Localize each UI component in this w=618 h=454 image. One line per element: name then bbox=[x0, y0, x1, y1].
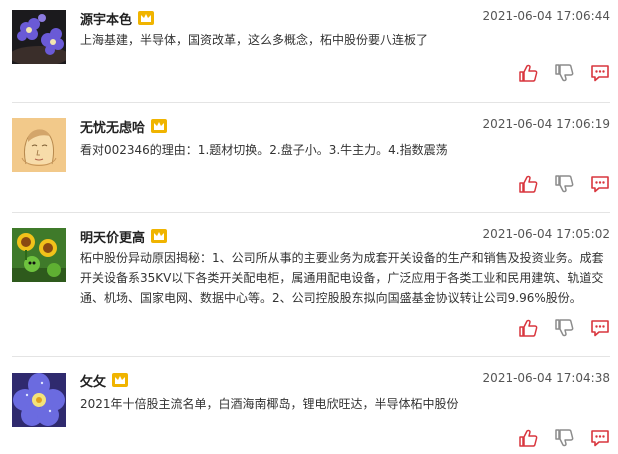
username[interactable]: 明天价更高 bbox=[80, 227, 145, 246]
post-content: 看对002346的理由：1.题材切换。2.盘子小。3.牛主力。4.指数震荡 bbox=[80, 143, 448, 157]
thumbs-down-icon[interactable] bbox=[554, 175, 574, 193]
username[interactable]: 源宇本色 bbox=[80, 9, 132, 28]
violet-flower-avatar bbox=[12, 373, 66, 427]
post-time: 2021-06-04 17:04:38 bbox=[482, 371, 610, 385]
thumbs-up-icon[interactable] bbox=[518, 429, 538, 447]
user-avatar[interactable] bbox=[12, 373, 66, 427]
post-time: 2021-06-04 17:06:19 bbox=[482, 117, 610, 131]
user-avatar[interactable] bbox=[12, 118, 66, 172]
purple-flowers-avatar bbox=[12, 10, 66, 64]
divider bbox=[12, 356, 610, 357]
crown-icon bbox=[112, 372, 129, 388]
post-content: 上海基建，半导体，国资改革，这么多概念，柘中股份要八连板了 bbox=[80, 33, 429, 47]
post-content: 柘中股份异动原因揭秘：1、公司所从事的主要业务为成套开关设备的生产和销售及投资业… bbox=[80, 251, 604, 305]
sunflower-game-avatar bbox=[12, 228, 66, 282]
post-content: 2021年十倍股主流名单，白酒海南椰岛，锂电欣旺达，半导体柘中股份 bbox=[80, 397, 459, 411]
username[interactable]: 攵攵 bbox=[80, 371, 106, 390]
thumbs-up-icon[interactable] bbox=[518, 319, 538, 337]
comment-icon[interactable] bbox=[590, 175, 610, 193]
thumbs-up-icon[interactable] bbox=[518, 64, 538, 82]
divider bbox=[12, 212, 610, 213]
comment-icon[interactable] bbox=[590, 319, 610, 337]
username[interactable]: 无忧无虑哈 bbox=[80, 117, 145, 136]
thumbs-down-icon[interactable] bbox=[554, 429, 574, 447]
thumbs-down-icon[interactable] bbox=[554, 319, 574, 337]
thumbs-up-icon[interactable] bbox=[518, 175, 538, 193]
thumbs-down-icon[interactable] bbox=[554, 64, 574, 82]
user-avatar[interactable] bbox=[12, 228, 66, 282]
comment-icon[interactable] bbox=[590, 64, 610, 82]
post-time: 2021-06-04 17:05:02 bbox=[482, 227, 610, 241]
crown-icon bbox=[138, 10, 155, 26]
comment-icon[interactable] bbox=[590, 429, 610, 447]
divider bbox=[12, 102, 610, 103]
post-time: 2021-06-04 17:06:44 bbox=[482, 9, 610, 23]
crown-icon bbox=[151, 228, 168, 244]
sketch-face-avatar bbox=[12, 118, 66, 172]
crown-icon bbox=[151, 118, 168, 134]
user-avatar[interactable] bbox=[12, 10, 66, 64]
